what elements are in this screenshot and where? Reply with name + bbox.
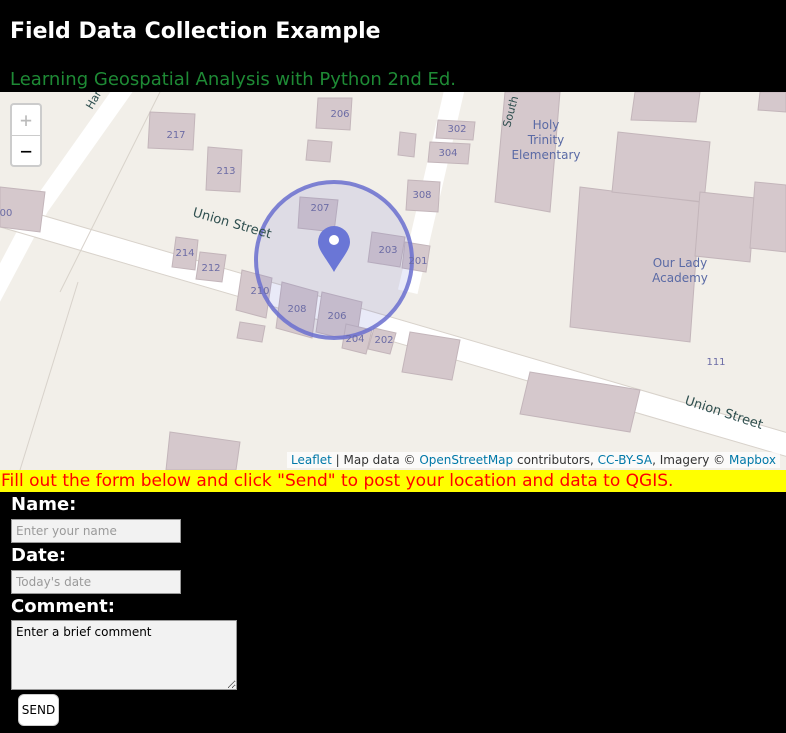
license-link[interactable]: CC-BY-SA — [598, 453, 653, 467]
building-label: 217 — [166, 130, 185, 141]
building-label: 302 — [447, 124, 466, 135]
place-label: Our Lady — [653, 256, 708, 270]
name-input[interactable] — [11, 519, 181, 543]
openstreetmap-link[interactable]: OpenStreetMap — [419, 453, 513, 467]
place-label: Academy — [652, 271, 708, 285]
building-label: 210 — [250, 286, 269, 297]
map-tiles: Union Street Union Street South Har 217 … — [0, 92, 786, 470]
building-label: 304 — [438, 148, 457, 159]
comment-label: Comment: — [11, 596, 115, 617]
zoom-control: + − — [10, 103, 42, 167]
building-label: 212 — [201, 263, 220, 274]
building-label: 204 — [345, 334, 364, 345]
building-label: 213 — [216, 166, 235, 177]
mapbox-link[interactable]: Mapbox — [729, 453, 776, 467]
building-label: 207 — [310, 203, 329, 214]
building-label: 00 — [0, 208, 12, 219]
place-label: Trinity — [527, 133, 565, 147]
street-label: Union Street — [191, 205, 273, 242]
building-label: 206 — [327, 311, 346, 322]
building-label: 214 — [175, 248, 194, 259]
attribution-text: , Imagery © — [652, 453, 729, 467]
building-label: 308 — [412, 190, 431, 201]
place-label: Holy — [533, 118, 560, 132]
building-label: 208 — [287, 304, 306, 315]
building-label: 201 — [408, 256, 427, 267]
name-label: Name: — [11, 494, 77, 515]
instruction-banner: Fill out the form below and click "Send"… — [0, 470, 786, 492]
page-title: Field Data Collection Example — [10, 19, 381, 44]
page-subtitle: Learning Geospatial Analysis with Python… — [10, 69, 456, 90]
attribution-text: contributors, — [513, 453, 598, 467]
attribution-text: | Map data © — [331, 453, 420, 467]
building-label: 202 — [374, 335, 393, 346]
comment-textarea[interactable]: Enter a brief comment — [11, 620, 237, 690]
date-input[interactable] — [11, 570, 181, 594]
send-button[interactable]: SEND — [18, 694, 59, 726]
zoom-out-button[interactable]: − — [12, 136, 40, 166]
map-view[interactable]: Union Street Union Street South Har 217 … — [0, 92, 786, 470]
date-label: Date: — [11, 545, 67, 566]
building-label: 203 — [378, 245, 397, 256]
leaflet-link[interactable]: Leaflet — [291, 453, 332, 467]
building-label: 111 — [706, 357, 725, 368]
map-attribution: Leaflet | Map data © OpenStreetMap contr… — [286, 452, 780, 468]
zoom-in-button[interactable]: + — [12, 105, 40, 136]
building-label: 206 — [330, 109, 349, 120]
place-label: Elementary — [511, 148, 580, 162]
